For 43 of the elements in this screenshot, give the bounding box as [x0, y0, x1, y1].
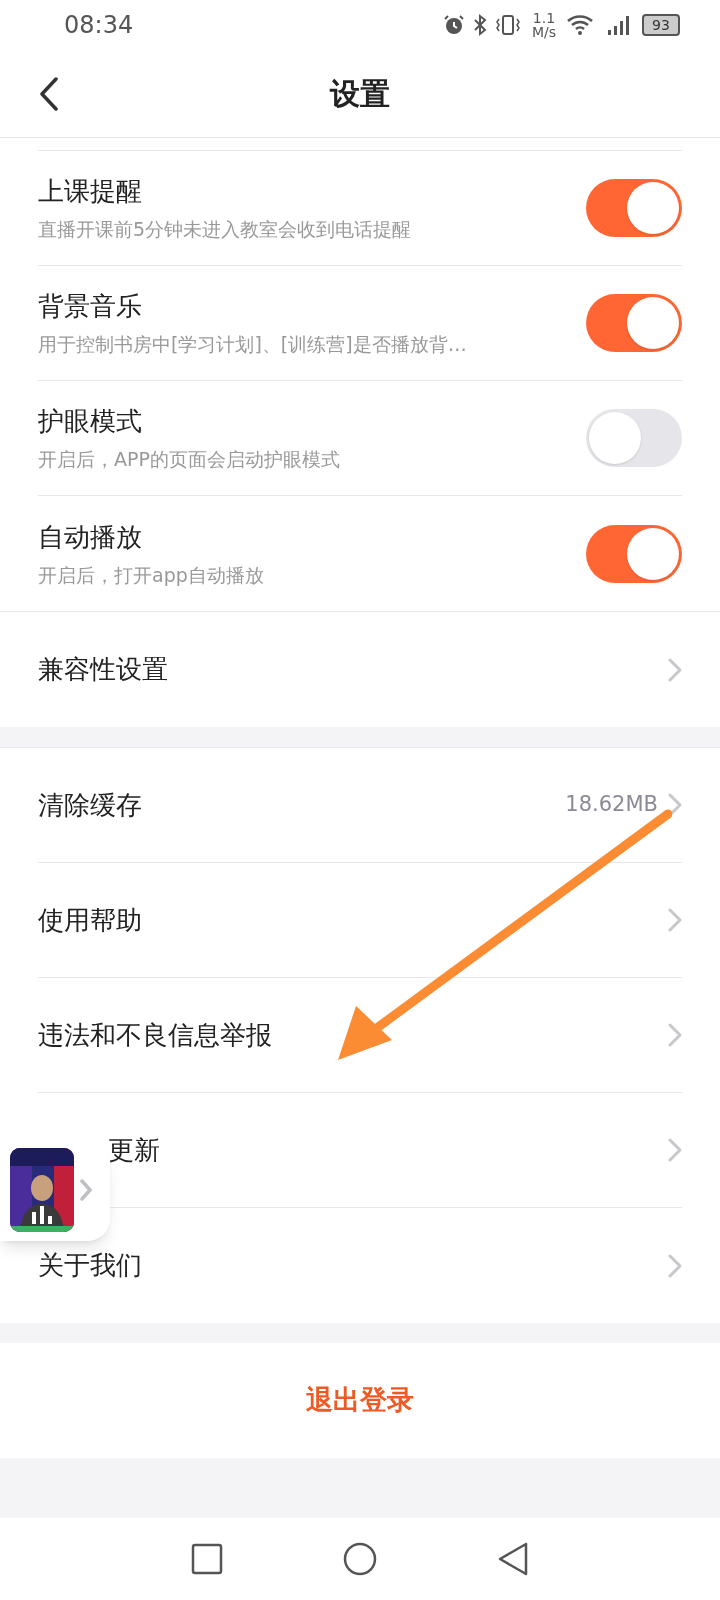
menu-item[interactable]: 关于我们 [0, 1208, 720, 1323]
chevron-right-icon [668, 1138, 682, 1162]
back-icon [39, 77, 59, 111]
back-nav-icon[interactable] [497, 1542, 529, 1576]
setting-title: 护眼模式 [38, 405, 143, 439]
floating-player[interactable] [0, 1139, 110, 1241]
menu-item-label: 更新 [107, 1133, 160, 1167]
toggle-switch[interactable] [586, 294, 682, 352]
setting-title: 自动播放 [38, 520, 143, 554]
chevron-right-icon [80, 1179, 92, 1201]
toggle-switch[interactable] [586, 524, 682, 583]
menu-item-label: 使用帮助 [38, 903, 142, 937]
status-time: 08:34 [64, 10, 134, 41]
menu-item-label: 清除缓存 [38, 788, 142, 822]
vibrate-icon [493, 13, 522, 37]
setting-description: 直播开课前5分钟未进入教室会收到电话提醒 [38, 217, 412, 243]
chevron-right-icon [668, 1023, 682, 1047]
bluetooth-icon [471, 13, 488, 37]
menu-item[interactable]: 清除缓存 18.62MB [0, 748, 720, 863]
cache-size: 18.62MB [565, 791, 658, 819]
recent-apps-icon[interactable] [191, 1543, 223, 1575]
chevron-right-icon [668, 657, 682, 682]
menu-item-label: 关于我们 [38, 1249, 142, 1282]
menu-item[interactable]: 违法和不良信息举报 [0, 978, 720, 1093]
menu-item[interactable]: 更新 [0, 1093, 720, 1208]
setting-title: 背景音乐 [38, 290, 143, 324]
chevron-right-icon [668, 793, 682, 817]
chevron-right-icon [668, 1253, 682, 1278]
menu-item[interactable]: 使用帮助 [0, 863, 720, 978]
page-title: 设置 [330, 75, 390, 113]
menu-item-label: 违法和不良信息举报 [38, 1018, 272, 1052]
toggle-switch[interactable] [586, 179, 682, 237]
network-speed-unit: M/s [531, 25, 556, 39]
setting-description: 用于控制书房中[学习计划]、[训练营]是否播放背… [38, 332, 467, 358]
setting-description: 开启后，APP的页面会启动护眼模式 [38, 447, 340, 473]
chevron-right-icon [668, 908, 682, 932]
home-icon[interactable] [343, 1542, 377, 1576]
menu-item[interactable]: 兼容性设置 [0, 612, 720, 727]
battery-indicator: 93 [642, 14, 680, 36]
network-speed: 1.1 [532, 11, 556, 25]
setting-description: 开启后，打开app自动播放 [38, 562, 264, 588]
setting-title: 上课提醒 [38, 175, 143, 209]
menu-item-label: 兼容性设置 [38, 653, 168, 686]
